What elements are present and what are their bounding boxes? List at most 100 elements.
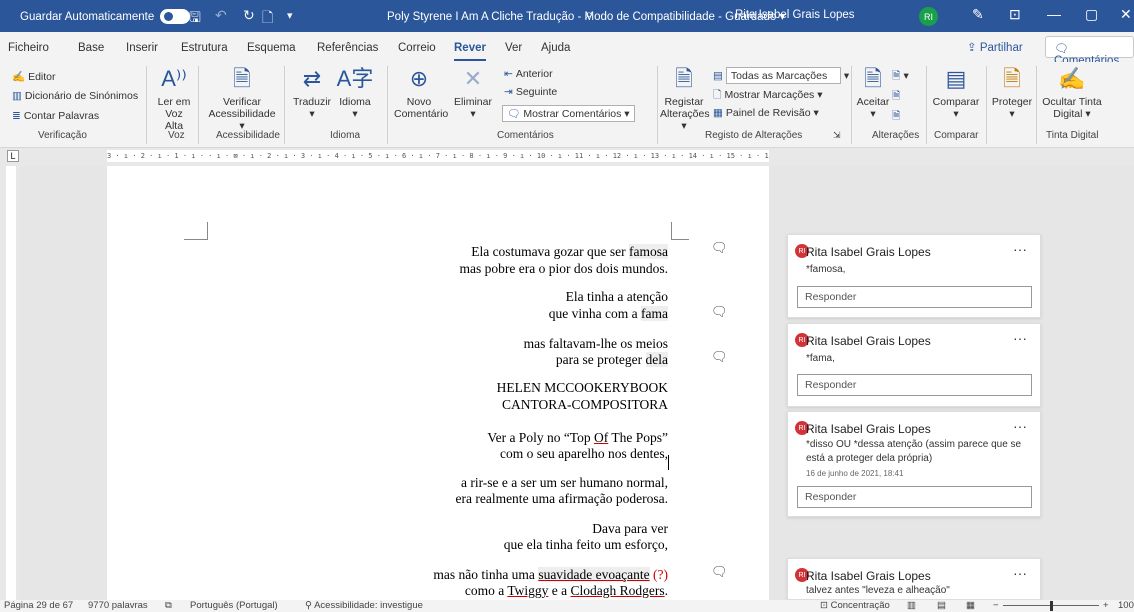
tab-home[interactable]: Base xyxy=(78,42,104,54)
maximize-icon[interactable]: ▢ xyxy=(1085,6,1098,23)
text-line[interactable]: Ver a Poly no “Top Of The Pops” xyxy=(487,430,668,446)
reply-input[interactable]: Responder xyxy=(797,486,1032,508)
comment-indicator-icon[interactable]: 🗨 xyxy=(711,564,728,580)
ribbon-display-icon[interactable]: ⊡ xyxy=(1009,6,1021,23)
word-count[interactable]: 9770 palavras xyxy=(88,600,148,611)
user-name[interactable]: Rita Isabel Grais Lopes xyxy=(735,9,855,21)
text-line[interactable]: que vinha com a fama xyxy=(549,306,668,322)
protect-button[interactable]: 🗎 Proteger ▾ xyxy=(990,66,1034,120)
read-mode-icon[interactable]: ▥ xyxy=(907,600,916,611)
horizontal-ruler[interactable]: 3 · ı · 2 · ı · 1 · ı · · ı · ⊠ · ı · 2 … xyxy=(107,150,769,162)
new-doc-icon[interactable]: 🗋 xyxy=(262,7,273,31)
show-markup-button[interactable]: 🗋 Mostrar Marcações ▾ xyxy=(713,87,823,105)
web-layout-icon[interactable]: ▦ xyxy=(966,600,975,611)
accept-button[interactable]: 🗎 Aceitar ▾ xyxy=(854,66,892,120)
minimize-icon[interactable]: — xyxy=(1047,6,1061,22)
next-change-icon[interactable]: 🗎 xyxy=(892,108,903,126)
comment-indicator-icon[interactable]: 🗨 xyxy=(711,304,728,320)
commented-word: fama xyxy=(641,306,668,321)
print-layout-icon[interactable]: ▤ xyxy=(937,600,946,611)
delete-comment-icon: ✕ xyxy=(463,66,483,91)
autosave-toggle[interactable]: Guardar Automaticamente xyxy=(20,9,191,24)
text-line[interactable]: Ela tinha a atenção xyxy=(566,289,668,305)
hide-ink-button[interactable]: ✍ Ocultar Tinta Digital ▾ xyxy=(1040,66,1104,120)
reply-input[interactable]: Responder xyxy=(797,374,1032,396)
text-line[interactable]: a rir-se e a ser um ser humano normal, xyxy=(461,475,668,491)
text-line[interactable]: para se proteger dela xyxy=(556,352,668,368)
text-line[interactable]: HELEN MCCOOKERYBOOK xyxy=(497,380,668,396)
tab-help[interactable]: Ajuda xyxy=(541,42,570,54)
tab-mailings[interactable]: Correio xyxy=(398,42,436,54)
tab-review[interactable]: Rever xyxy=(454,42,486,61)
more-options-icon[interactable]: ··· xyxy=(1013,418,1027,434)
zoom-out-icon[interactable]: − xyxy=(993,600,999,611)
save-icon[interactable]: 🖫 xyxy=(189,7,201,31)
markup-display-select[interactable]: ▤ Todas as Marcações ▾ xyxy=(713,67,849,84)
vertical-ruler[interactable] xyxy=(0,166,20,600)
tab-file[interactable]: Ficheiro xyxy=(8,42,49,54)
translate-button[interactable]: ⇄ Traduzir ▾ xyxy=(290,66,334,120)
share-button[interactable]: ⇪ Partilhar xyxy=(967,40,1023,54)
compare-button[interactable]: ▤ Comparar ▾ xyxy=(930,66,982,120)
delete-comment-button[interactable]: ✕ Eliminar ▾ xyxy=(450,66,496,120)
comment-card[interactable]: RI Rita Isabel Grais Lopes ··· *fama, Re… xyxy=(787,323,1041,407)
check-accessibility-button[interactable]: 🗎 Verificar Acessibilidade ▾ xyxy=(206,66,278,132)
text-line[interactable]: Dava para ver xyxy=(592,521,668,537)
reject-icon[interactable]: 🗎 ▾ xyxy=(892,68,909,86)
show-comments-button[interactable]: 🗨 Mostrar Comentários ▾ xyxy=(502,105,635,122)
comment-indicator-icon[interactable]: 🗨 xyxy=(711,349,728,365)
reply-input[interactable]: Responder xyxy=(797,286,1032,308)
text-line[interactable]: com o seu aparelho nos dentes, xyxy=(500,446,668,462)
word-count-button[interactable]: ≣ Contar Palavras xyxy=(12,110,99,122)
user-avatar[interactable]: RI xyxy=(919,7,938,26)
text-line[interactable]: mas faltavam-lhe os meios xyxy=(524,336,668,352)
text-line[interactable]: Ela costumava gozar que ser famosa xyxy=(471,244,668,260)
search-icon[interactable]: ⌕ xyxy=(585,6,593,23)
editor-button[interactable]: ✍ Editor xyxy=(12,70,56,83)
redo-icon[interactable]: ↻ xyxy=(243,7,255,24)
tracking-options-icon[interactable]: ⇲ xyxy=(833,130,841,141)
language-status[interactable]: Português (Portugal) xyxy=(190,600,278,611)
autosave-switch[interactable] xyxy=(160,9,191,24)
comment-card[interactable]: RI Rita Isabel Grais Lopes ··· *famosa, … xyxy=(787,234,1041,318)
language-button[interactable]: A字 Idioma ▾ xyxy=(335,66,375,120)
accessibility-status[interactable]: ⚲ Acessibilidade: investigue xyxy=(305,600,423,611)
comments-button[interactable]: 🗨 Comentários xyxy=(1045,36,1134,67)
next-comment-button[interactable]: ⇥ Seguinte xyxy=(504,86,557,98)
text-line[interactable]: era realmente uma afirmação poderosa. xyxy=(455,491,668,507)
customize-qat-icon[interactable]: ▾ xyxy=(287,9,293,22)
undo-icon[interactable]: ↶ xyxy=(215,7,227,24)
tab-references[interactable]: Referências xyxy=(317,42,378,54)
zoom-level[interactable]: 100 xyxy=(1118,600,1134,611)
text-line[interactable]: CANTORA-COMPOSITORA xyxy=(502,397,668,413)
text-line[interactable]: como a Twiggy e a Clodagh Rodgers. xyxy=(465,583,668,599)
comment-card[interactable]: RI Rita Isabel Grais Lopes ··· *disso OU… xyxy=(787,411,1041,517)
page-indicator[interactable]: Página 29 de 67 xyxy=(4,600,73,611)
zoom-in-icon[interactable]: + xyxy=(1103,600,1109,611)
close-icon[interactable]: ✕ xyxy=(1120,6,1132,23)
text-line[interactable]: mas não tinha uma suavidade evoaçante (?… xyxy=(433,567,668,583)
previous-change-icon[interactable]: 🗎 xyxy=(892,88,903,106)
zoom-slider-thumb[interactable] xyxy=(1050,601,1053,611)
more-options-icon[interactable]: ··· xyxy=(1013,565,1027,581)
read-aloud-button[interactable]: A⁾⁾ Ler em Voz Alta xyxy=(156,66,192,132)
proofing-icon[interactable]: ⧉ xyxy=(165,600,172,611)
pen-icon[interactable]: ✎ xyxy=(972,6,984,23)
previous-comment-button[interactable]: ⇤ Anterior xyxy=(504,68,553,80)
tab-insert[interactable]: Inserir xyxy=(126,42,158,54)
text-line[interactable]: que ela tinha feito um esforço, xyxy=(504,537,668,553)
text-line[interactable]: mas pobre era o pior dos dois mundos. xyxy=(460,261,668,277)
tab-design[interactable]: Estrutura xyxy=(181,42,228,54)
thesaurus-button[interactable]: ▥ Dicionário de Sinónimos xyxy=(12,90,138,102)
more-options-icon[interactable]: ··· xyxy=(1013,241,1027,257)
focus-mode[interactable]: ⊡ Concentração xyxy=(820,600,890,611)
tab-view[interactable]: Ver xyxy=(505,42,522,54)
review-pane-button[interactable]: ▦ Painel de Revisão ▾ xyxy=(713,107,819,119)
new-comment-button[interactable]: ⊕ Novo Comentário xyxy=(394,66,448,120)
tab-selector-icon[interactable]: L xyxy=(7,150,19,162)
more-options-icon[interactable]: ··· xyxy=(1013,330,1027,346)
tab-layout[interactable]: Esquema xyxy=(247,42,296,54)
comment-indicator-icon[interactable]: 🗨 xyxy=(711,240,728,256)
track-changes-button[interactable]: 🗎 Registar Alterações ▾ xyxy=(660,66,710,132)
comment-card[interactable]: RI Rita Isabel Grais Lopes ··· talvez an… xyxy=(787,558,1041,600)
